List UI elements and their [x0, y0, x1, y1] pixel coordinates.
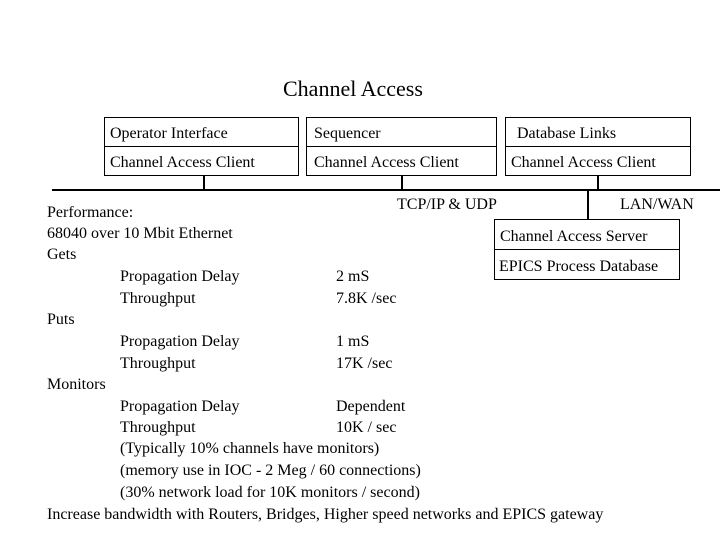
performance-platform: 68040 over 10 Mbit Ethernet — [47, 225, 233, 242]
puts-metric: Propagation Delay — [120, 333, 240, 350]
monitors-value: Dependent — [336, 398, 406, 415]
monitors-note: (Typically 10% channels have monitors) — [120, 440, 380, 457]
performance-footer: Increase bandwidth with Routers, Bridges… — [47, 506, 604, 523]
client-label: Channel Access Client — [511, 154, 656, 171]
client-box-operator-interface: Operator Interface — [104, 117, 299, 147]
client-label: Channel Access Client — [314, 154, 459, 171]
puts-value: 1 mS — [336, 333, 370, 350]
client-box-channel-access-client-1: Channel Access Client — [104, 146, 299, 176]
network-bus-line — [52, 189, 720, 191]
server-label: Channel Access Server — [500, 228, 648, 245]
monitors-label: Monitors — [47, 376, 106, 393]
client-box-channel-access-client-3: Channel Access Client — [505, 146, 691, 176]
monitors-metric: Propagation Delay — [120, 398, 240, 415]
client-label: Sequencer — [314, 125, 381, 142]
connector-line — [203, 176, 205, 190]
gets-metric: Throughput — [120, 290, 196, 307]
page-title: Channel Access — [283, 76, 423, 101]
puts-metric: Throughput — [120, 355, 196, 372]
gets-label: Gets — [47, 246, 77, 263]
monitors-metric: Throughput — [120, 419, 196, 436]
server-box-channel-access-server: Channel Access Server — [494, 219, 680, 250]
client-label: Operator Interface — [110, 125, 228, 142]
client-box-sequencer: Sequencer — [306, 117, 497, 147]
monitors-note: (memory use in IOC - 2 Meg / 60 connecti… — [120, 462, 421, 479]
performance-heading: Performance: — [47, 204, 134, 221]
connector-line — [597, 176, 599, 190]
network-scope-label: LAN/WAN — [620, 196, 694, 213]
network-protocol-label: TCP/IP & UDP — [397, 196, 497, 213]
monitors-value: 10K / sec — [336, 419, 397, 436]
client-box-database-links: Database Links — [505, 117, 691, 147]
connector-line — [587, 190, 589, 220]
server-label: EPICS Process Database — [499, 258, 659, 275]
monitors-note: (30% network load for 10K monitors / sec… — [120, 484, 420, 501]
gets-metric: Propagation Delay — [120, 268, 240, 285]
client-label: Database Links — [517, 125, 617, 142]
connector-line — [401, 176, 403, 190]
puts-label: Puts — [47, 311, 75, 328]
client-box-channel-access-client-2: Channel Access Client — [306, 146, 497, 176]
gets-value: 2 mS — [336, 268, 370, 285]
gets-value: 7.8K /sec — [336, 290, 397, 307]
puts-value: 17K /sec — [336, 355, 393, 372]
server-box-epics-process-database: EPICS Process Database — [494, 249, 680, 280]
client-label: Channel Access Client — [110, 154, 255, 171]
